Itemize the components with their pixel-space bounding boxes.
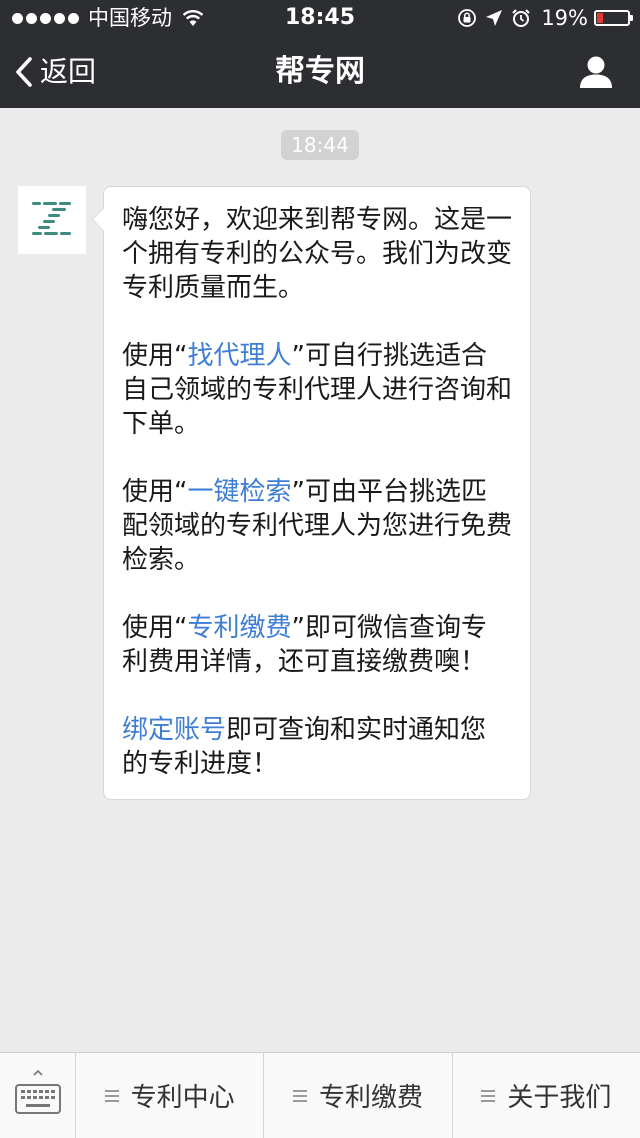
message-paragraph-intro: 嗨您好，欢迎来到帮专网。这是一个拥有专利的公众号。我们为改变专利质量而生。: [122, 205, 513, 303]
keyboard-icon: [15, 1069, 61, 1114]
bind-account-link[interactable]: 绑定账号: [122, 715, 226, 745]
find-agent-link[interactable]: 找代理人: [187, 341, 291, 371]
menu-item-patent-payment[interactable]: 专利缴费: [264, 1053, 453, 1138]
navigation-bar: 返回 帮专网: [0, 36, 640, 108]
menu-item-label: 关于我们: [507, 1083, 612, 1113]
alarm-icon: [512, 9, 531, 27]
patent-payment-link[interactable]: 专利缴费: [187, 613, 291, 643]
menu-item-label: 专利缴费: [318, 1083, 423, 1113]
status-right: 19%: [449, 6, 633, 30]
battery-percent: 19%: [541, 6, 588, 30]
profile-button[interactable]: [576, 52, 616, 92]
page-title: 帮专网: [275, 54, 365, 89]
menu-lines-icon: [292, 1089, 307, 1103]
one-click-search-link[interactable]: 一键检索: [187, 477, 291, 507]
orientation-lock-icon: [458, 9, 477, 27]
menu-item-label: 专利中心: [130, 1083, 235, 1113]
location-arrow-icon: [486, 10, 503, 26]
menu-item-about-us[interactable]: 关于我们: [453, 1053, 640, 1138]
text-prefix: 使用“: [122, 613, 188, 643]
status-bar: 中国移动 18:45 19%: [0, 0, 640, 36]
account-avatar[interactable]: [18, 186, 86, 254]
menu-item-patent-center[interactable]: 专利中心: [76, 1053, 265, 1138]
bangzhuanwang-logo-icon: [32, 202, 71, 235]
message-paragraph-payment: 使用“专利缴费”即可微信查询专利费用详情，还可直接缴费噢！: [122, 611, 512, 679]
message-paragraph-find-agent: 使用“找代理人”可自行挑选适合自己领域的专利代理人进行咨询和下单。: [122, 339, 512, 441]
wechat-chat-screen: 中国移动 18:45 19% 返回 帮专网 18:44 嗨您好，欢迎来到帮专网。…: [0, 0, 640, 1138]
message-timestamp: 18:44: [281, 130, 359, 160]
battery-icon: [594, 10, 633, 26]
timestamp-row: 18:44: [0, 130, 640, 160]
battery-level-fill: [597, 13, 603, 23]
text-prefix: 使用“: [122, 341, 188, 371]
message-paragraph-bind-account: 绑定账号即可查询和实时通知您的专利进度！: [122, 713, 512, 781]
person-icon: [580, 56, 612, 88]
keyboard-toggle-button[interactable]: [0, 1053, 76, 1138]
message-paragraph-search: 使用“一键检索”可由平台挑选匹配领域的专利代理人为您进行免费检索。: [122, 475, 512, 577]
menu-lines-icon: [104, 1089, 119, 1103]
bottom-menu-bar: 专利中心 专利缴费 关于我们: [0, 1052, 640, 1138]
message-bubble: 嗨您好，欢迎来到帮专网。这是一个拥有专利的公众号。我们为改变专利质量而生。 使用…: [103, 186, 531, 800]
menu-lines-icon: [481, 1089, 496, 1103]
text-prefix: 使用“: [122, 477, 188, 507]
